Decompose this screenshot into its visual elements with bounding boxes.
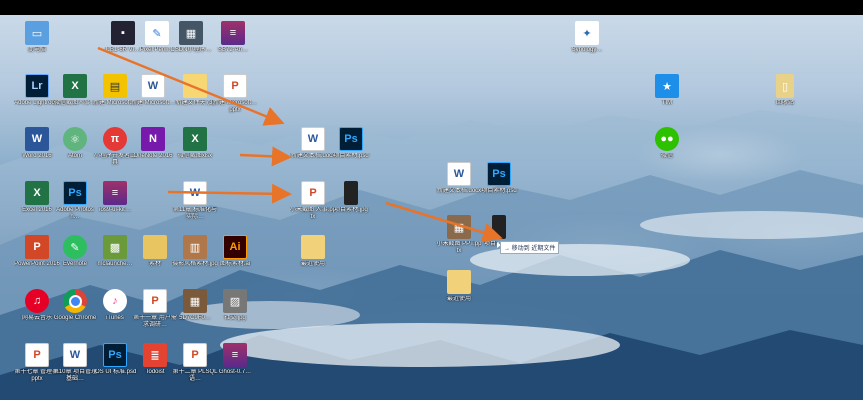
word-icon: W (301, 127, 325, 151)
phone-image-icon (492, 215, 506, 239)
word-icon: ▤ (103, 74, 127, 98)
word-icon: W (63, 343, 87, 367)
pi-icon: π (103, 127, 127, 151)
desktop-icon-word-new-2[interactable]: W 新建 Microsoft… (130, 74, 176, 107)
chrome-icon (63, 289, 87, 313)
atom-icon: ⚛ (63, 127, 87, 151)
netease-music-icon: ♫ (25, 289, 49, 313)
tim-icon: ★ (655, 74, 679, 98)
desktop-icon-mid-jpg[interactable]: 项目素材.jpg (328, 181, 374, 214)
desktop-icon-rm-recent[interactable]: 最近使用 (436, 270, 482, 303)
word-icon: W (25, 127, 49, 151)
desktop-icon-onenote[interactable]: N OneNote 2016 (130, 127, 176, 160)
desktop-icon-synology[interactable]: ✦ Synology… (564, 21, 610, 54)
winrar-icon: ≡ (221, 21, 245, 45)
desktop-icon-mid-psd[interactable]: Ps 项目素材.psd (328, 127, 374, 160)
itunes-icon: ♪ (103, 289, 127, 313)
monitor-icon: ▪ (111, 21, 135, 45)
desktop-icon-ppt-new[interactable]: P 新建 Microsoft…pptx (212, 74, 258, 114)
word-icon: W (141, 74, 165, 98)
ppt-icon: P (183, 343, 207, 367)
recycle-bin-icon: ▯ (776, 74, 794, 98)
desktop-icon-csdn[interactable]: ▦ CSDN小程序… (168, 21, 214, 54)
word-icon: W (183, 181, 207, 205)
folder-icon (143, 235, 167, 259)
app-icon: ✎ (145, 21, 169, 45)
ppt-icon: P (25, 235, 49, 259)
illustrator-icon: Ai (223, 235, 247, 259)
ppt-icon: P (301, 181, 325, 205)
folder-icon (447, 270, 471, 294)
photoshop-icon: Ps (339, 127, 363, 151)
desktop-icon-rm-psd[interactable]: Ps 项目素材.psd (476, 162, 522, 195)
desktop-icon-social[interactable]: ▨ 社交.jpg (212, 289, 258, 322)
onenote-icon: N (141, 127, 165, 151)
lightroom-icon: Lr (25, 74, 49, 98)
desktop-icon-this-pc[interactable]: ▭ 此电脑 (14, 21, 60, 54)
desktop-icon-wechat[interactable]: ●● 微信 (644, 127, 690, 160)
desktop-icon-ios9-kit[interactable]: ≡ ios9-ui-kit… (92, 181, 138, 214)
wechat-icon: ●● (655, 127, 679, 151)
ppt-icon: P (143, 289, 167, 313)
image-icon: ▨ (223, 289, 247, 313)
desktop-icon-sb72[interactable]: ≡ SB72-An… (210, 21, 256, 54)
desktop-icon-ghost[interactable]: ≡ Ghost-0.7… (212, 343, 258, 376)
ppt-icon: P (223, 74, 247, 98)
word-icon: W (447, 162, 471, 186)
excel-icon: X (63, 74, 87, 98)
desktop-icon-wx-xlsx[interactable]: X 微信截图xlsx (172, 127, 218, 160)
winrar-icon: ≡ (103, 181, 127, 205)
drag-tooltip: → 移动到 近期文件 (500, 241, 560, 254)
evernote-icon: ✎ (63, 235, 87, 259)
photoshop-icon: Ps (63, 181, 87, 205)
desktop-icon-tim[interactable]: ★ TIM (644, 74, 690, 107)
image-icon: ▥ (183, 235, 207, 259)
synology-icon: ✦ (575, 21, 599, 45)
desktop-icon-mid-recent[interactable]: 最近使用 (290, 235, 336, 268)
desktop-icon-recycle[interactable]: ▯ 回收站 (762, 74, 808, 107)
image-icon: ▦ (183, 289, 207, 313)
ppt-icon: P (25, 343, 49, 367)
desktop: ▭ 此电脑 ▪ CB1-6R VI… ✎ Pixel Perw… ▦ CSDN小… (0, 15, 863, 400)
phone-image-icon (344, 181, 358, 205)
photoshop-icon: Ps (487, 162, 511, 186)
image-icon: ▦ (447, 215, 471, 239)
winrar-icon: ≡ (223, 343, 247, 367)
desktop-icon-icon-ai[interactable]: Ai 图标素材.ai (212, 235, 258, 268)
excel-icon: X (183, 127, 207, 151)
app-icon: ▦ (179, 21, 203, 45)
minecraft-icon: ▩ (103, 235, 127, 259)
computer-icon: ▭ (25, 21, 49, 45)
excel-icon: X (25, 181, 49, 205)
folder-icon (301, 235, 325, 259)
desktop-icon-chapter11[interactable]: W 第11章 标准化与实际… (172, 181, 218, 221)
folder-icon (183, 74, 207, 98)
todoist-icon: ≣ (143, 343, 167, 367)
photoshop-icon: Ps (103, 343, 127, 367)
